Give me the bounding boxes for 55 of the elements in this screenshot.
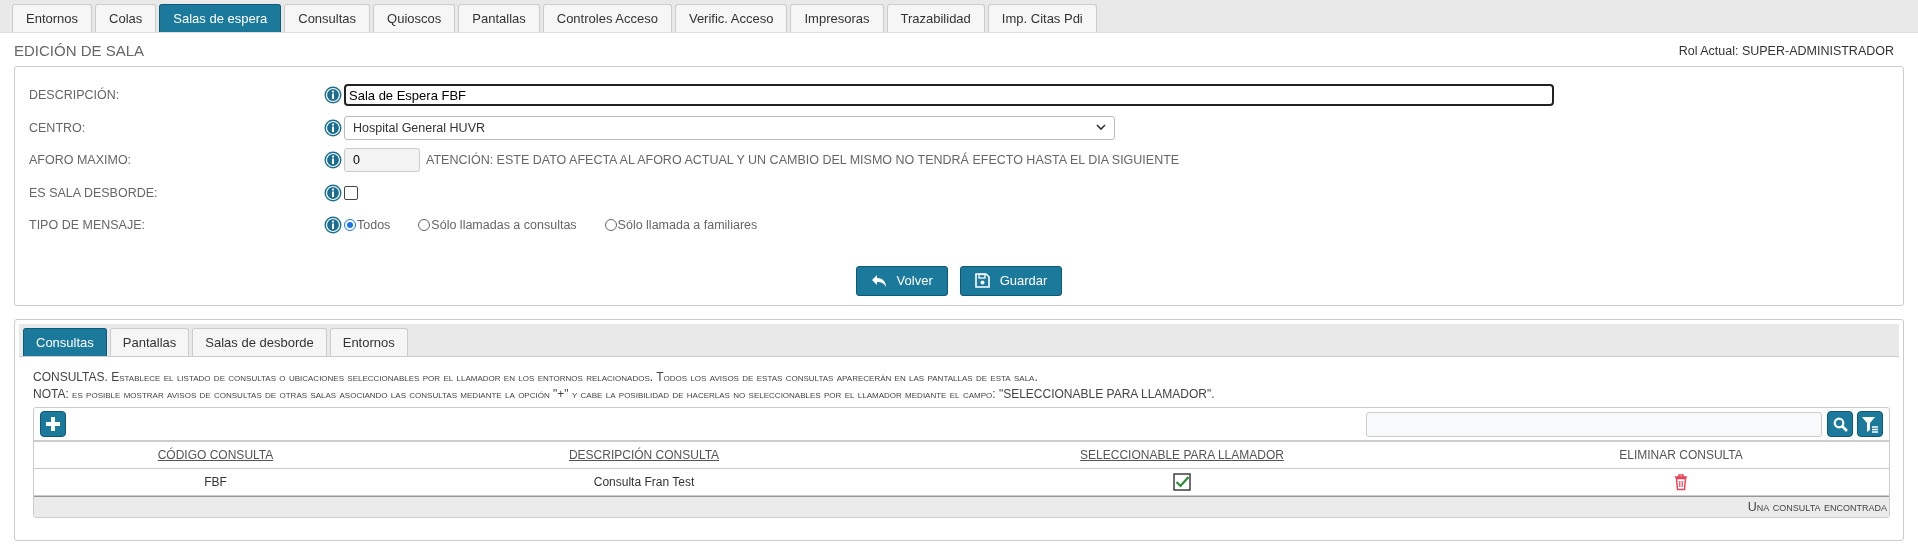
info-icon[interactable] bbox=[324, 118, 342, 137]
info-icon[interactable] bbox=[324, 151, 342, 170]
info-note: CONSULTAS. Establece el listado de consultas o ubicaciones seleccionables por el llamador en los entornos relacionados. Todos los avisos de estas consultas aparecerán en las pantallas de esta sala. bbox=[33, 369, 1039, 386]
radio-label[interactable]: Sólo llamada a familiares bbox=[617, 218, 758, 233]
tab[interactable]: Trazabilidad bbox=[886, 4, 985, 32]
description-field[interactable]: Sala de Espera FBF bbox=[344, 84, 1554, 107]
column-header[interactable]: CÓDIGO CONSULTA bbox=[34, 442, 397, 469]
filter-button[interactable] bbox=[1857, 411, 1883, 437]
tab[interactable]: Pantallas bbox=[109, 328, 190, 356]
capacity-field[interactable]: 0 bbox=[344, 148, 420, 173]
column-header[interactable]: SELECCIONABLE PARA LLAMADOR bbox=[891, 442, 1473, 469]
field-label: ES SALA DESBORDE: bbox=[29, 185, 159, 200]
tab[interactable]: Salas de espera bbox=[159, 4, 282, 32]
field-label: CENTRO: bbox=[29, 120, 87, 135]
tab[interactable]: Entornos bbox=[329, 328, 408, 356]
info-icon[interactable] bbox=[324, 216, 342, 235]
checkbox[interactable] bbox=[344, 185, 358, 200]
center-dropdown[interactable]: Hospital General HUVR bbox=[344, 115, 1115, 140]
field-label: TIPO DE MENSAJE: bbox=[29, 218, 146, 233]
back-button[interactable]: Volver bbox=[855, 265, 948, 296]
field-label: DESCRIPCIÓN: bbox=[29, 88, 121, 103]
search-field[interactable] bbox=[1366, 411, 1822, 437]
tab[interactable]: Consultas bbox=[23, 328, 107, 356]
column-header: ELIMINAR CONSULTA bbox=[1473, 442, 1889, 469]
tab[interactable]: Impresoras bbox=[790, 4, 884, 32]
current-role: Rol Actual: SUPER-ADMINISTRADOR bbox=[1678, 43, 1895, 58]
tab[interactable]: Quioscos bbox=[373, 4, 456, 32]
plus-icon bbox=[46, 417, 60, 431]
field-label: AFORO MAXIMO: bbox=[29, 153, 133, 168]
tab[interactable]: Colas bbox=[95, 4, 157, 32]
tab[interactable]: Salas de desborde bbox=[192, 328, 327, 356]
tab[interactable]: Consultas bbox=[284, 4, 371, 32]
tab[interactable]: Controles Acceso bbox=[542, 4, 672, 32]
trash-icon[interactable] bbox=[1674, 473, 1688, 491]
search-icon bbox=[1832, 416, 1848, 432]
page-title: EDICIÓN DE SALA bbox=[14, 42, 145, 59]
tab[interactable]: Verific. Acceso bbox=[674, 4, 788, 32]
add-button[interactable] bbox=[40, 411, 66, 437]
tab[interactable]: Imp. Citas Pdi bbox=[987, 4, 1097, 32]
info-icon[interactable] bbox=[324, 183, 342, 202]
info-note: NOTA: es posible mostrar avisos de consultas de otras salas asociando las consultas mediante la opción "+" y cabe la posibilidad de hacerlas no seleccionables por el llamador mediante el campo: "SELECCIONABLE PARA LLAMADOR". bbox=[33, 386, 1216, 403]
results-count: Una consulta encontrada bbox=[34, 496, 1889, 517]
filter-icon bbox=[1861, 415, 1879, 433]
reply-arrow-icon bbox=[870, 273, 887, 288]
column-header[interactable]: DESCRIPCIÓN CONSULTA bbox=[397, 442, 891, 469]
search-button[interactable] bbox=[1827, 411, 1853, 437]
save-button[interactable]: Guardar bbox=[959, 265, 1063, 296]
warning-note: ATENCIÓN: ESTE DATO AFECTA AL AFORO ACTUAL Y UN CAMBIO DEL MISMO NO TENDRÁ EFECTO HASTA EL DIA SIGUIENTE bbox=[426, 153, 1180, 168]
radio-label[interactable]: Sólo llamadas a consultas bbox=[431, 218, 577, 233]
radio-label[interactable]: Todos bbox=[357, 218, 391, 233]
tab[interactable]: Pantallas bbox=[458, 4, 540, 32]
info-icon[interactable] bbox=[324, 86, 342, 105]
chevron-down-icon bbox=[1096, 124, 1106, 132]
checked-checkbox-icon[interactable] bbox=[1173, 473, 1191, 491]
tab[interactable]: Entornos bbox=[12, 4, 93, 32]
